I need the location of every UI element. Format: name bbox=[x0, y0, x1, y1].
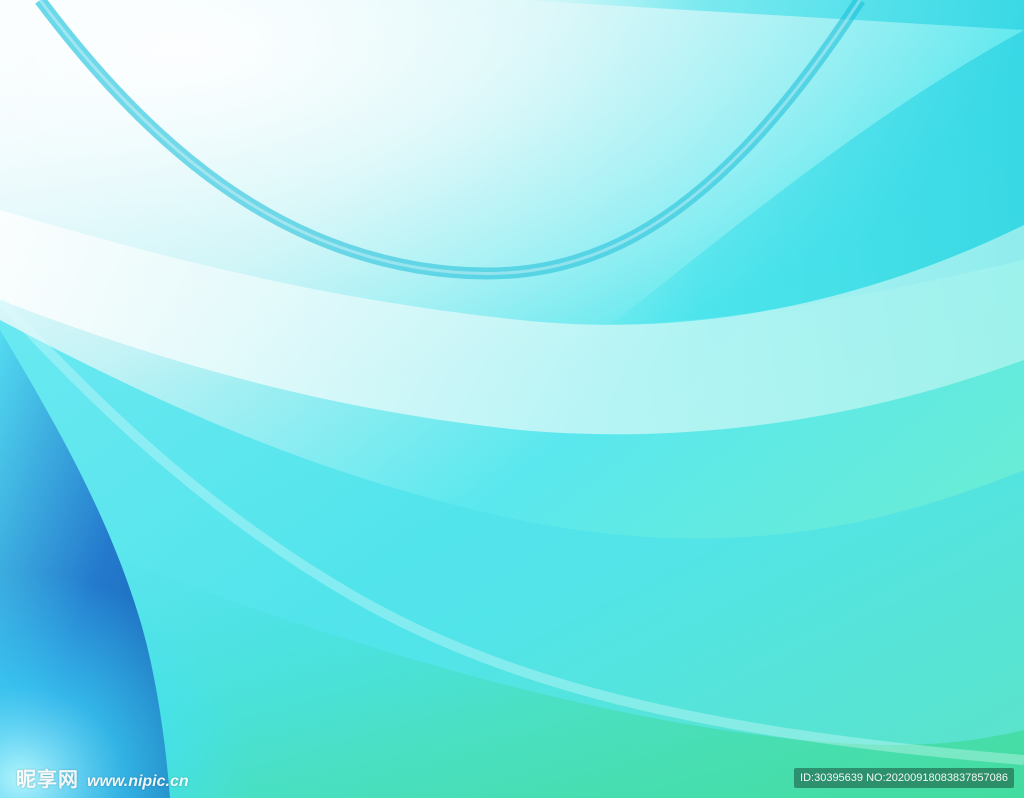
wallpaper: 昵享网 www.nipic.cn ID:30395639 NO:20200918… bbox=[0, 0, 1024, 798]
abstract-wave-background bbox=[0, 0, 1024, 798]
watermark-id: ID:30395639 NO:20200918083837857086 bbox=[794, 768, 1014, 788]
watermark-left: 昵享网 www.nipic.cn bbox=[16, 763, 189, 792]
watermark-url: www.nipic.cn bbox=[87, 773, 189, 790]
left-bottom-glow bbox=[0, 420, 420, 798]
watermark-brand: 昵享网 bbox=[16, 767, 79, 791]
